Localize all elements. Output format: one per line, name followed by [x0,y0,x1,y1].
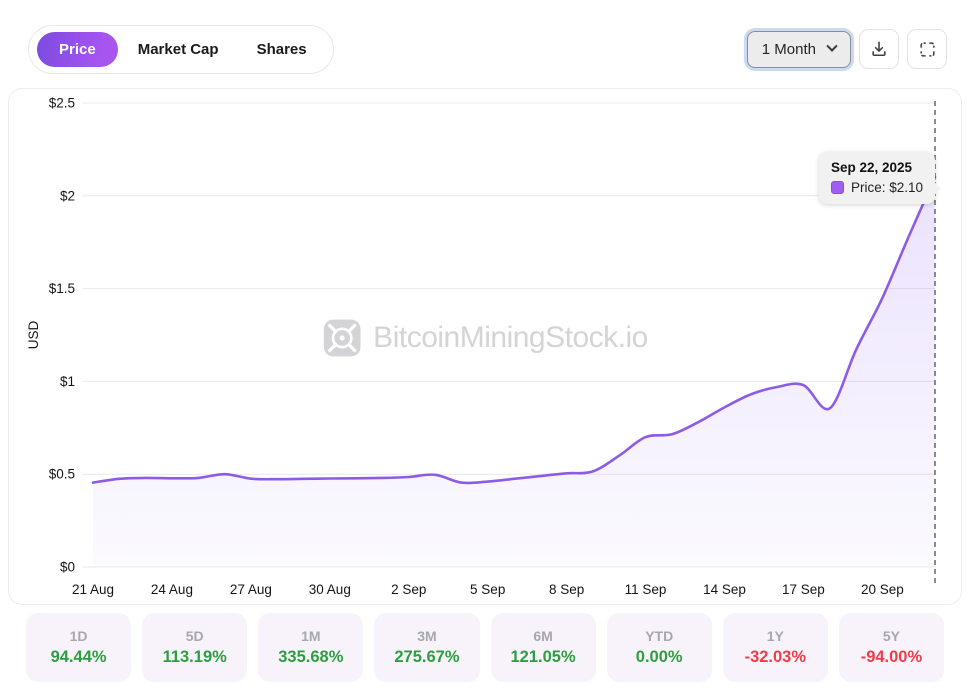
download-icon [869,39,889,59]
y-axis-tick: $2 [60,188,75,203]
x-axis-tick: 21 Aug [72,582,114,597]
stat-card-1m: 1M 335.68% [258,613,363,682]
stat-card-5d: 5D 113.19% [142,613,247,682]
tooltip-date: Sep 22, 2025 [831,160,923,175]
stat-card-1y: 1Y -32.03% [723,613,828,682]
stat-card-ytd: YTD 0.00% [607,613,712,682]
x-axis-tick: 11 Sep [625,582,667,597]
stat-label: 1D [70,628,88,644]
stat-card-3m: 3M 275.67% [374,613,479,682]
x-axis-tick: 24 Aug [151,582,193,597]
area-fill [93,177,935,567]
stat-value: 275.67% [394,648,459,667]
tab-shares[interactable]: Shares [239,32,325,67]
tooltip-price-row: Price: $2.10 [831,180,923,195]
y-axis-tick: $1.5 [49,281,75,296]
chart-controls: 1 Month [747,29,947,69]
download-button[interactable] [859,29,899,69]
stat-value: 0.00% [636,648,683,667]
stat-value: -94.00% [861,648,922,667]
x-axis-tick: 20 Sep [861,582,904,597]
range-dropdown[interactable]: 1 Month [747,31,851,68]
x-axis-tick: 2 Sep [391,582,426,597]
x-axis-tick: 17 Sep [782,582,825,597]
stat-value: 113.19% [163,648,227,667]
tooltip-price: Price: $2.10 [851,180,923,195]
stat-label: 6M [533,628,552,644]
stat-value: 94.44% [51,648,107,667]
stat-label: 3M [417,628,436,644]
stat-label: YTD [645,628,673,644]
metric-tab-group: Price Market Cap Shares [28,25,334,74]
stat-card-6m: 6M 121.05% [491,613,596,682]
y-axis-tick: $1 [60,374,75,389]
range-dropdown-value: 1 Month [762,41,816,58]
x-axis-tick: 27 Aug [230,582,272,597]
x-axis-tick: 14 Sep [703,582,746,597]
tab-price[interactable]: Price [37,32,118,67]
x-axis-tick: 30 Aug [309,582,351,597]
chart-tooltip: Sep 22, 2025 Price: $2.10 [819,152,935,204]
y-axis-tick: $0.5 [49,467,75,482]
stat-card-5y: 5Y -94.00% [839,613,944,682]
y-axis-tick: $2.5 [49,96,75,111]
performance-stats-row: 1D 94.44%5D 113.19%1M 335.68%3M 275.67%6… [26,613,944,682]
stat-card-1d: 1D 94.44% [26,613,131,682]
x-axis-tick: 8 Sep [549,582,584,597]
stat-label: 1M [301,628,320,644]
stat-label: 5Y [883,628,900,644]
stat-value: 121.05% [510,648,575,667]
series-swatch-icon [831,181,844,194]
price-chart-card: $0 $0.5 $1 $1.5 $2 $2.5 USD 21 Aug 24 Aug 27 Aug 3… [8,88,962,605]
chevron-down-icon [826,41,837,52]
y-axis-tick: $0 [60,560,75,575]
stat-value: -32.03% [745,648,806,667]
stat-value: 335.68% [278,648,343,667]
fullscreen-icon [918,40,937,59]
y-axis-label: USD [26,321,41,350]
tab-market-cap[interactable]: Market Cap [120,32,237,67]
x-axis-tick: 5 Sep [470,582,505,597]
stat-label: 5D [186,628,204,644]
fullscreen-button[interactable] [907,29,947,69]
stat-label: 1Y [767,628,784,644]
